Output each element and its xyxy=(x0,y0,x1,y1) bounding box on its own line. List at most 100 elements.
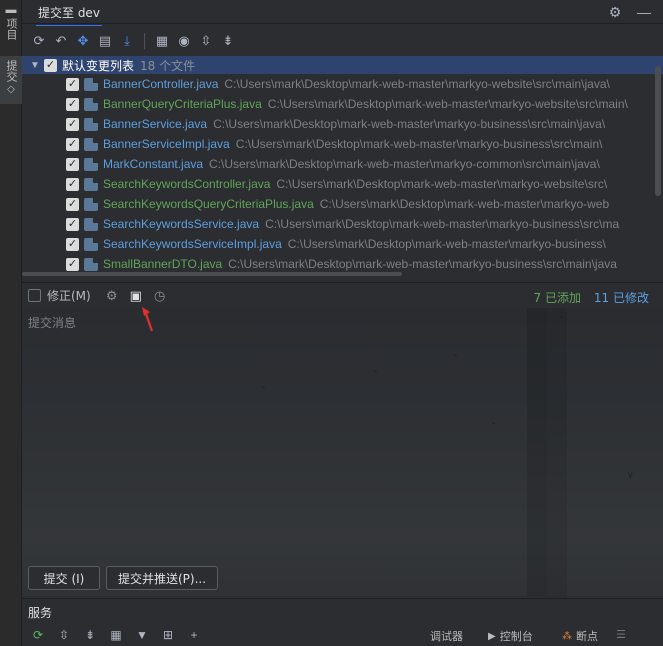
java-file-icon xyxy=(84,77,98,91)
bird-decoration: ˇ xyxy=(262,386,266,397)
commit-tab-label: 提交 xyxy=(5,60,18,82)
tree-vertical-scrollbar[interactable] xyxy=(655,66,661,196)
new-tab-icon[interactable]: ⊞ xyxy=(158,626,178,644)
file-row[interactable]: ✓ SearchKeywordsServiceImpl.java C:\Users\… xyxy=(22,234,663,254)
tree-horizontal-scrollbar[interactable] xyxy=(22,272,402,276)
file-row[interactable]: ✓ BannerService.java C:\Users\mark\Desktop… xyxy=(22,114,663,134)
file-row[interactable]: ✓ BannerController.java C:\Users\mark\Desk… xyxy=(22,74,663,94)
file-name: SearchKeywordsQueryCriteriaPlus.java xyxy=(103,197,314,211)
java-file-icon xyxy=(84,197,98,211)
bird-decoration: ˇ xyxy=(492,422,496,433)
java-file-icon xyxy=(84,97,98,111)
file-row[interactable]: ✓ SmallBannerDTO.java C:\Users\mark\Deskto… xyxy=(22,254,663,274)
file-checkbox[interactable]: ✓ xyxy=(66,117,79,131)
expand-all-icon[interactable]: ⇳ xyxy=(54,626,74,644)
red-arrow-annotation xyxy=(142,307,154,332)
file-name: SearchKeywordsServiceImpl.java xyxy=(103,237,282,251)
file-path: C:\Users\mark\Desktop\mark-web-master\ma… xyxy=(265,217,620,231)
file-name: SearchKeywordsController.java xyxy=(103,177,271,191)
group-by-icon[interactable]: ▦ xyxy=(152,31,172,51)
collapse-all-icon[interactable]: ⇟ xyxy=(80,626,100,644)
minimize-icon[interactable]: — xyxy=(636,4,652,20)
shelve-icon[interactable]: ⤓ xyxy=(117,31,137,51)
file-checkbox[interactable]: ✓ xyxy=(66,197,79,211)
file-checkbox[interactable]: ✓ xyxy=(66,77,79,91)
refresh-icon[interactable]: ⟳ xyxy=(29,31,49,51)
commit-icon: ◇ xyxy=(7,84,15,95)
file-checkbox[interactable]: ✓ xyxy=(66,137,79,151)
file-checkbox[interactable]: ✓ xyxy=(66,157,79,171)
amend-label[interactable]: 修正(M) xyxy=(47,287,91,304)
breakpoints-icon: ⁂ xyxy=(562,630,572,642)
amend-bar: 修正(M) ⚙ ▣ ◷ 7 已添加 11 已修改 xyxy=(22,282,663,308)
gear-icon[interactable]: ⚙ xyxy=(607,4,623,20)
file-path: C:\Users\mark\Desktop\mark-web-master\ma… xyxy=(235,137,603,151)
commit-button[interactable]: 提交 (I) xyxy=(28,566,100,590)
commit-tool-tab[interactable]: 提交 ◇ xyxy=(0,56,22,104)
breakpoints-tab-label: 断点 xyxy=(576,630,598,643)
file-checkbox[interactable]: ✓ xyxy=(66,257,79,271)
panel-title: 提交至 dev xyxy=(36,6,102,27)
group-by-icon[interactable]: ▦ xyxy=(106,626,126,644)
debugger-tab-label: 调试器 xyxy=(430,630,463,643)
breakpoints-tab[interactable]: ⁂ 断点 xyxy=(562,628,598,644)
background-decoration xyxy=(527,308,547,596)
java-file-icon xyxy=(84,237,98,251)
file-row[interactable]: ✓ SearchKeywordsController.java C:\Users\m… xyxy=(22,174,663,194)
commit-message-editor[interactable]: ˇ ˇ ˇ ˇ ᵥ ˇ 提交消息 xyxy=(22,308,663,596)
amend-checkbox[interactable] xyxy=(28,289,41,302)
file-path: C:\Users\mark\Desktop\mark-web-master\ma… xyxy=(267,97,628,111)
file-name: BannerService.java xyxy=(103,117,208,131)
file-name: BannerController.java xyxy=(103,77,219,91)
file-path: C:\Users\mark\Desktop\mark-web-master\ma… xyxy=(287,237,606,251)
console-tab[interactable]: ▶ 控制台 xyxy=(488,628,533,644)
rollback-icon[interactable]: ↶ xyxy=(51,31,71,51)
filter-icon[interactable]: ▼ xyxy=(132,626,152,644)
services-panel-title: 服务 xyxy=(22,598,663,622)
file-checkbox[interactable]: ✓ xyxy=(66,217,79,231)
changelist-root-row[interactable]: ▼ ✓ 默认变更列表 18 个文件 xyxy=(22,56,663,74)
debugger-tab[interactable]: 调试器 xyxy=(430,628,463,644)
file-path: C:\Users\mark\Desktop\mark-web-master\ma… xyxy=(228,257,617,271)
file-row[interactable]: ✓ MarkConstant.java C:\Users\mark\Desktop\… xyxy=(22,154,663,174)
update-project-icon[interactable]: ✥ xyxy=(73,31,93,51)
expand-all-icon[interactable]: ⇳ xyxy=(196,31,216,51)
folder-icon: ▬ xyxy=(5,4,17,16)
layout-menu-icon[interactable]: ☰ xyxy=(616,628,626,641)
file-name: MarkConstant.java xyxy=(103,157,204,171)
project-tool-tab[interactable]: ▬ 项目 xyxy=(0,4,22,48)
commit-history-clock-icon[interactable]: ◷ xyxy=(151,287,169,305)
file-row[interactable]: ✓ BannerQueryCriteriaPlus.java C:\Users\ma… xyxy=(22,94,663,114)
file-row[interactable]: ✓ BannerServiceImpl.java C:\Users\mark\Des… xyxy=(22,134,663,154)
commit-toolbar: ⟳ ↶ ✥ ▤ ⤓ ▦ ◉ ⇳ ⇟ xyxy=(22,26,663,56)
file-path: C:\Users\mark\Desktop\mark-web-master\ma… xyxy=(319,197,610,211)
added-count[interactable]: 7 已添加 xyxy=(534,289,581,306)
file-path: C:\Users\mark\Desktop\mark-web-master\ma… xyxy=(213,117,606,131)
file-name: SearchKeywordsService.java xyxy=(103,217,260,231)
file-checkbox[interactable]: ✓ xyxy=(66,237,79,251)
file-list: ✓ BannerController.java C:\Users\mark\Desk… xyxy=(22,74,663,274)
collapse-all-icon[interactable]: ⇟ xyxy=(218,31,238,51)
show-diff-icon[interactable]: ▤ xyxy=(95,31,115,51)
changelist-checkbox[interactable]: ✓ xyxy=(44,58,57,72)
changelist-name: 默认变更列表 xyxy=(62,58,135,73)
java-file-icon xyxy=(84,137,98,151)
file-row[interactable]: ✓ SearchKeywordsService.java C:\Users\mark… xyxy=(22,214,663,234)
file-row[interactable]: ✓ SearchKeywordsQueryCriteriaPlus.java C:\… xyxy=(22,194,663,214)
commit-options-gear-icon[interactable]: ⚙ xyxy=(103,287,121,305)
file-path: C:\Users\mark\Desktop\mark-web-master\ma… xyxy=(276,177,608,191)
commit-panel-header: 提交至 dev ⚙ — xyxy=(22,0,663,27)
modified-count[interactable]: 11 已修改 xyxy=(594,289,649,306)
commit-message-template-icon[interactable]: ▣ xyxy=(127,287,145,305)
commit-and-push-button[interactable]: 提交并推送(P)... xyxy=(106,566,218,590)
chevron-down-icon[interactable]: ▼ xyxy=(30,60,44,71)
project-tab-label: 项目 xyxy=(5,18,18,40)
file-checkbox[interactable]: ✓ xyxy=(66,177,79,191)
changes-tree: ▼ ✓ 默认变更列表 18 个文件 ✓ BannerController.java… xyxy=(22,56,663,278)
file-checkbox[interactable]: ✓ xyxy=(66,97,79,111)
rerun-icon[interactable]: ⟳ xyxy=(28,626,48,644)
bird-decoration: ˇ xyxy=(454,354,458,365)
java-file-icon xyxy=(84,257,98,271)
add-icon[interactable]: + xyxy=(184,626,204,644)
view-options-icon[interactable]: ◉ xyxy=(174,31,194,51)
